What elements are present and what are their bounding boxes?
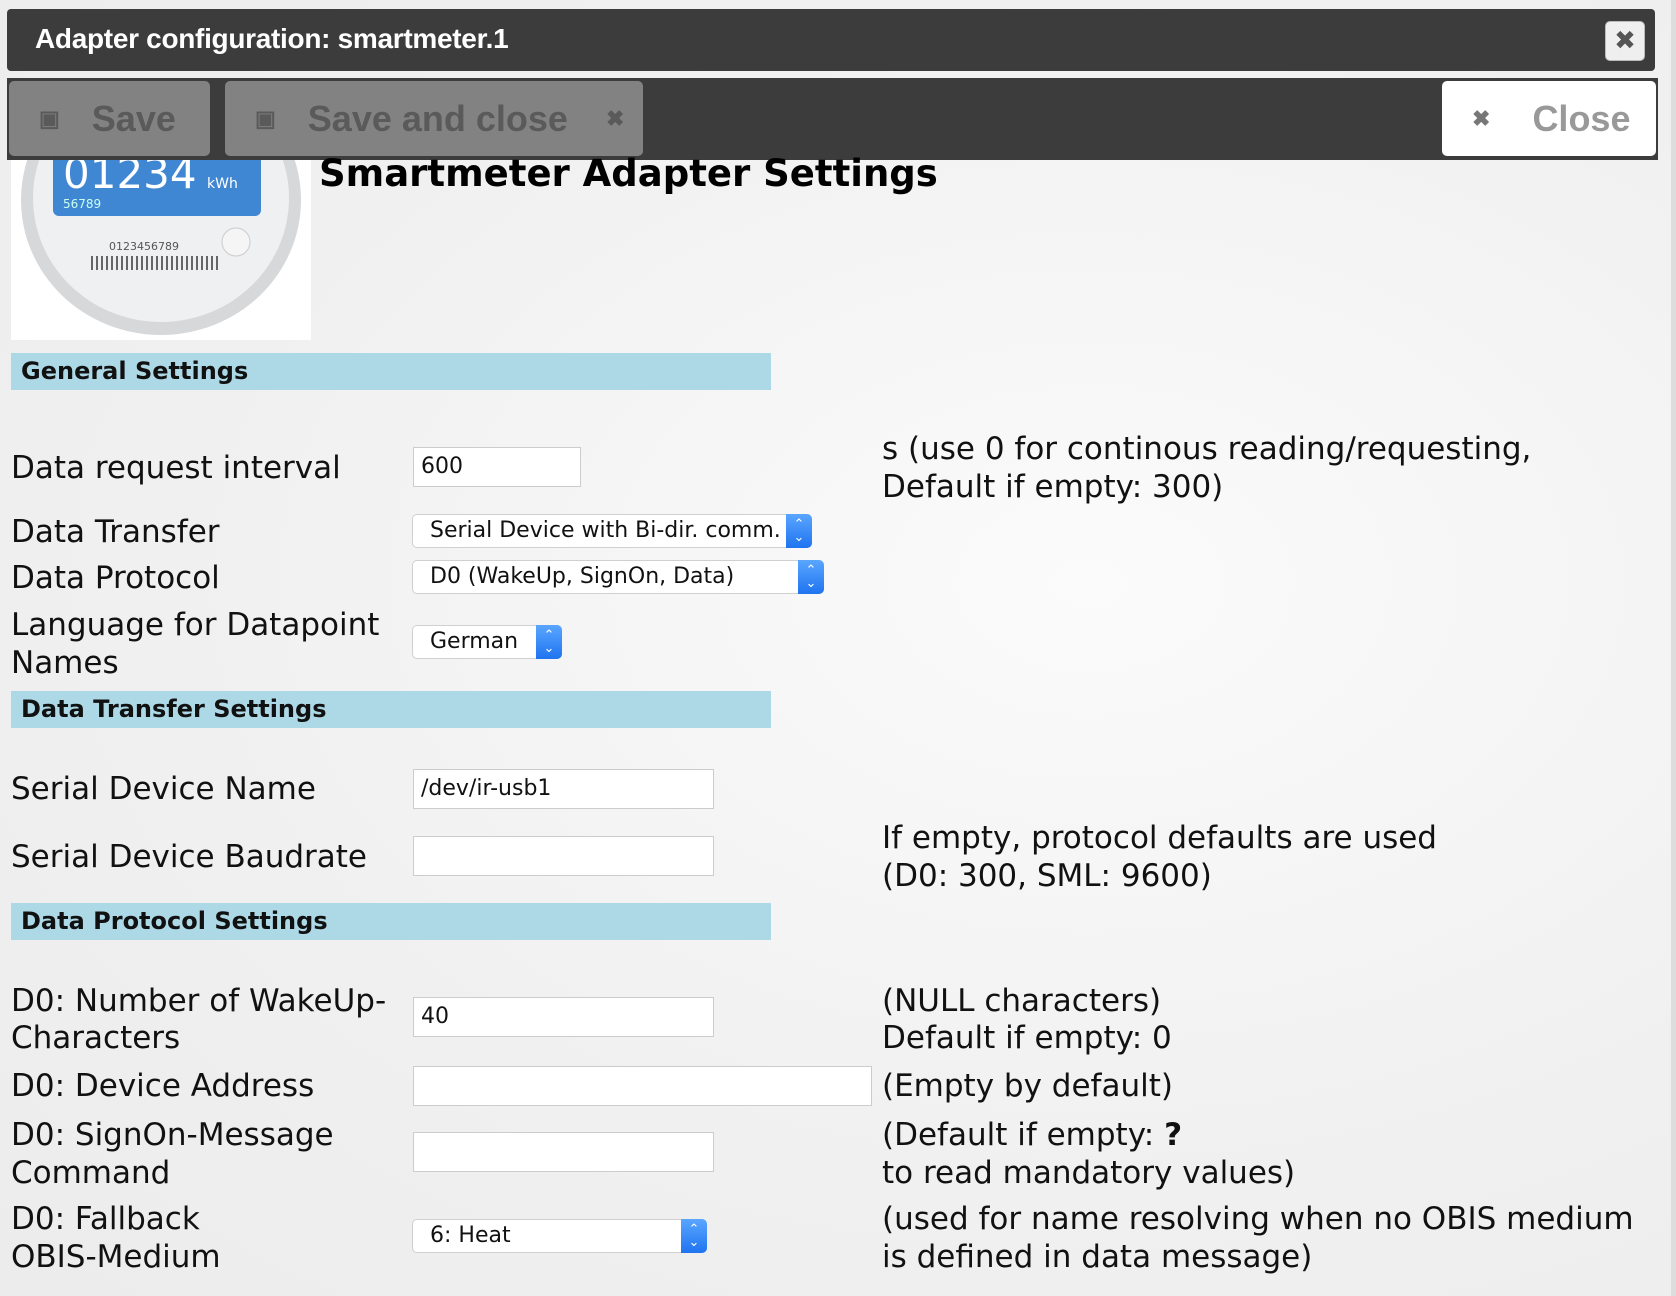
wakeup-note-2: Default if empty: 0 xyxy=(882,1020,1172,1056)
medium-note-1: (used for name resolving when no OBIS me… xyxy=(882,1201,1634,1237)
language-value: German xyxy=(430,629,519,654)
save-label: Save xyxy=(91,97,176,139)
serial-name-label: Serial Device Name xyxy=(11,771,316,807)
address-note: (Empty by default) xyxy=(882,1068,1173,1104)
toolbar: ▣ Save ▣ Save and close ✖ ✖ Close xyxy=(7,78,1658,160)
address-input[interactable] xyxy=(413,1066,872,1106)
baudrate-input[interactable] xyxy=(413,836,714,876)
save-button[interactable]: ▣ Save xyxy=(9,81,210,156)
transfer-select[interactable]: Serial Device with Bi-dir. comm. ⌃ ⌄ xyxy=(412,514,812,548)
protocol-value: D0 (WakeUp, SignOn, Data) xyxy=(430,564,735,589)
interval-input[interactable]: 600 xyxy=(413,447,581,487)
protocol-label: Data Protocol xyxy=(11,560,220,596)
section-transfer: Data Transfer Settings xyxy=(11,691,771,728)
chevron-updown-icon: ⌃ ⌄ xyxy=(536,625,562,659)
floppy-icon: ▣ xyxy=(255,105,276,131)
medium-value: 6: Heat xyxy=(430,1223,511,1248)
signon-label-2: Command xyxy=(11,1155,171,1191)
interval-note-2: Default if empty: 300) xyxy=(882,469,1224,505)
chevron-updown-icon: ⌃ ⌄ xyxy=(798,560,824,594)
medium-label-2: OBIS-Medium xyxy=(11,1239,221,1275)
medium-select[interactable]: 6: Heat ⌃ ⌄ xyxy=(412,1219,707,1253)
language-select[interactable]: German ⌃ ⌄ xyxy=(412,625,562,659)
language-label-2: Names xyxy=(11,645,119,681)
interval-label: Data request interval xyxy=(11,450,341,486)
baudrate-note-2: (D0: 300, SML: 9600) xyxy=(882,858,1212,894)
dialog-title: Adapter configuration: smartmeter.1 xyxy=(35,23,509,54)
save-close-label: Save and close xyxy=(307,97,568,139)
dialog-titlebar: Adapter configuration: smartmeter.1 ✖ xyxy=(7,9,1655,71)
svg-text:kWh: kWh xyxy=(207,176,238,192)
serial-name-input[interactable]: /dev/ir-usb1 xyxy=(413,769,714,809)
wakeup-note-1: (NULL characters) xyxy=(882,983,1162,1019)
section-protocol: Data Protocol Settings xyxy=(11,903,771,940)
baudrate-label: Serial Device Baudrate xyxy=(11,839,368,875)
language-label-1: Language for Datapoint xyxy=(11,607,380,643)
signon-default-value: ? xyxy=(1164,1117,1183,1153)
signon-note-2: to read mandatory values) xyxy=(882,1155,1296,1191)
svg-text:0123456789: 0123456789 xyxy=(109,240,179,253)
medium-note-2: is defined in data message) xyxy=(882,1239,1313,1275)
transfer-value: Serial Device with Bi-dir. comm. xyxy=(430,518,781,543)
wakeup-input[interactable]: 40 xyxy=(413,997,714,1037)
wakeup-label-1: D0: Number of WakeUp- xyxy=(11,983,387,1019)
protocol-select[interactable]: D0 (WakeUp, SignOn, Data) ⌃ ⌄ xyxy=(412,560,824,594)
chevron-updown-icon: ⌃ ⌄ xyxy=(681,1219,707,1253)
signon-label-1: D0: SignOn-Message xyxy=(11,1117,334,1153)
save-and-close-button[interactable]: ▣ Save and close ✖ xyxy=(225,81,643,156)
smartmeter-logo: 01234 kWh 56789 0123456789 xyxy=(11,160,311,340)
interval-note-1: s (use 0 for continous reading/requestin… xyxy=(882,431,1532,467)
svg-text:01234: 01234 xyxy=(63,160,197,198)
page-title: Smartmeter Adapter Settings xyxy=(319,152,938,195)
close-icon: ✖ xyxy=(1472,105,1491,131)
close-button[interactable]: ✖ Close xyxy=(1442,81,1656,156)
signon-input[interactable] xyxy=(413,1132,714,1172)
chevron-updown-icon: ⌃ ⌄ xyxy=(786,514,812,548)
signon-note-text: (Default if empty: xyxy=(882,1117,1165,1153)
floppy-icon: ▣ xyxy=(39,105,60,131)
section-general: General Settings xyxy=(11,353,771,390)
close-icon: ✖ xyxy=(605,105,625,131)
background-scrollbar xyxy=(1671,0,1676,1296)
transfer-label: Data Transfer xyxy=(11,514,220,550)
signon-note-1: (Default if empty: ? xyxy=(882,1116,1182,1154)
close-icon[interactable]: ✖ xyxy=(1605,21,1645,61)
baudrate-note-1: If empty, protocol defaults are used xyxy=(882,820,1437,856)
medium-label-1: D0: Fallback xyxy=(11,1201,200,1237)
svg-text:56789: 56789 xyxy=(63,197,101,211)
address-label: D0: Device Address xyxy=(11,1068,315,1104)
wakeup-label-2: Characters xyxy=(11,1020,181,1056)
close-label: Close xyxy=(1532,97,1631,139)
